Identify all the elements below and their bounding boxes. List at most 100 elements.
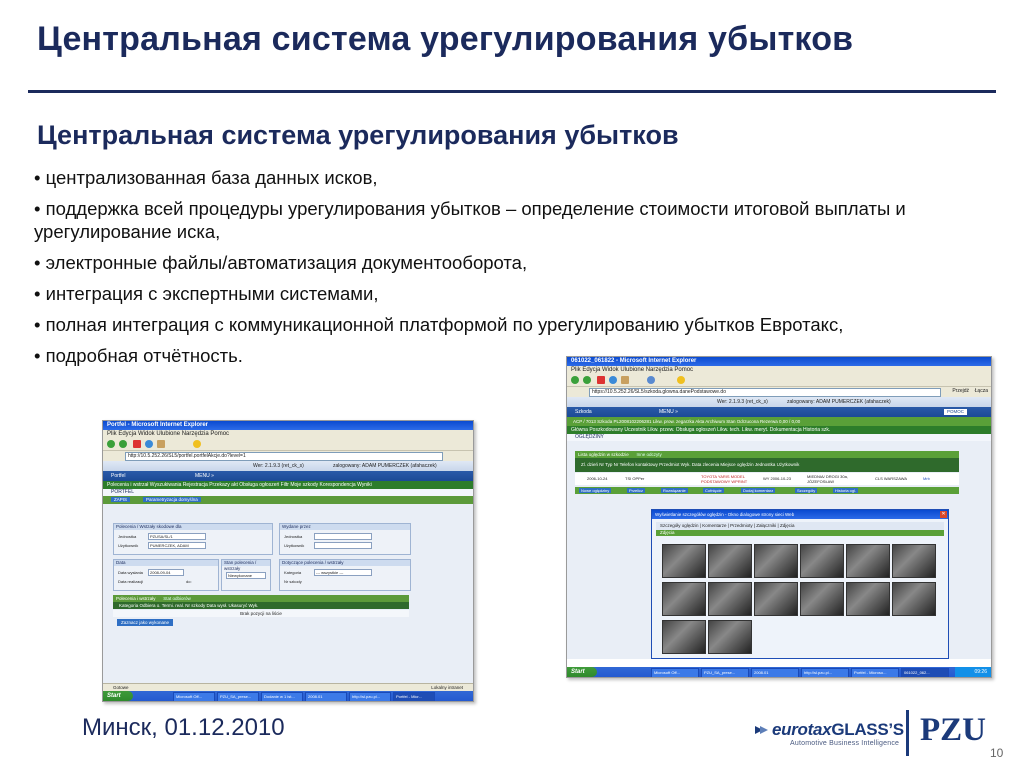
eurotax-tagline: Automotive Business Intelligence — [790, 740, 900, 747]
status-done: Gotowe — [113, 685, 129, 690]
dialog-tabs: Szczegóły oględzin | Komentarze | Przedm… — [656, 522, 944, 530]
user-label: Użytkownik — [284, 543, 305, 548]
menu-bar: Plik Edycja Widok Ulubione Narzędzia Pom… — [103, 430, 473, 438]
claim-info-bar: ACP / 7013 Szkoda PL2008102206281 Likw. … — [567, 417, 991, 426]
go-button: Przejdź — [952, 388, 969, 394]
app-module-bar: Szkoda MENU » POMOC — [567, 407, 991, 417]
action-button: Dodaj komentarz — [741, 488, 776, 493]
taskbar-item: Portfel - Microso... — [851, 668, 899, 677]
user-field — [314, 542, 372, 549]
search-icon — [647, 376, 655, 384]
action-button: Historia ogl. — [833, 488, 859, 493]
bullet-item: • поддержка всей процедуры урегулировани… — [34, 198, 906, 242]
list-sub: Inne odczyty — [636, 452, 662, 457]
bullet-item: • централизованная база данных исков, — [34, 167, 378, 188]
forward-icon — [119, 440, 127, 448]
browser-toolbar — [567, 374, 991, 387]
dialog-titlebar: Wyświetlanie szczegółów oględzin - Okno … — [652, 510, 948, 519]
photo-thumb — [846, 544, 890, 578]
taskbar: Start Microsoft Off... PZU_SA_prese... D… — [103, 691, 473, 701]
unit-label: Jednostka — [284, 534, 303, 539]
photo-thumb — [892, 544, 936, 578]
user-field: PUMERCZEK, ADAM — [148, 542, 206, 549]
system-tray: 09:26 — [955, 667, 991, 677]
table-row: 2006-10-24 TSI OPPer TOYOTA YARIS MODEL … — [575, 473, 959, 485]
screenshot-szkoda: 061022_061822 - Microsoft Internet Explo… — [566, 356, 992, 678]
favorites-icon — [193, 440, 201, 448]
menu-bar: Plik Edycja Widok Ulubione Narzędzia Pom… — [567, 366, 991, 374]
action-button: Nowe oględziny — [579, 488, 612, 493]
taskbar-item-label: Portfel - Micr... — [396, 694, 422, 699]
photo-thumb — [754, 582, 798, 616]
taskbar-item-label: 2008.01 — [308, 694, 323, 699]
section-portfel: PORTFEL — [103, 489, 473, 496]
forward-icon — [583, 376, 591, 384]
photo-thumb — [662, 544, 706, 578]
from-value: 2008-09-04 — [150, 570, 171, 575]
user-label: Użytkownik — [118, 543, 139, 548]
module-name: Szkoda — [575, 409, 592, 415]
address-input: http://10.5.252.26/SL5/portfel.portfelAk… — [125, 452, 443, 461]
unit-field: PZUSA/SL/1 — [148, 533, 206, 540]
taskbar-item-label: http://sl.pzu.pl... — [804, 670, 833, 675]
list-header: Lista oględzin w szkodzie Inne odczyty — [575, 451, 959, 458]
taskbar-item: PZU_SA_prese... — [217, 692, 259, 701]
results-columns: Kategoria Odbiera o. Termi. real. Nr szk… — [113, 602, 409, 609]
bullet-item: • электронные файлы/автоматизация докуме… — [34, 252, 528, 273]
taskbar-item-label: PZU_SA_prese... — [220, 694, 252, 699]
links-button: Łącza — [974, 388, 988, 394]
row-item: TOYOTA YARIS MODEL PODSTAWOWY WPRINT — [701, 474, 748, 484]
row-date: 2006-10-24 — [587, 476, 608, 481]
version-text: Wer: 2.1.9.3 (ret_ck_s) — [717, 399, 768, 405]
from-field: 2008-09-04 — [148, 569, 184, 576]
unit-label: Jednostka — [118, 534, 137, 539]
favorites-icon — [677, 376, 685, 384]
photo-thumb — [800, 544, 844, 578]
photo-thumb — [708, 544, 752, 578]
module-name: Portfel — [111, 473, 126, 479]
photo-thumb — [708, 582, 752, 616]
start-button: Start — [103, 691, 133, 701]
panel-recipient: Polecenia / Wstzały skodowe dla Jednostk… — [113, 523, 273, 555]
taskbar-item: PZU_SA_prese... — [701, 668, 749, 677]
page-number: 10 — [990, 746, 1004, 760]
photo-thumb — [662, 582, 706, 616]
title-divider — [28, 90, 996, 93]
taskbar-item: Dodanie w 1 ist... — [261, 692, 303, 701]
stop-icon — [133, 440, 141, 448]
section-label: OGLĘDZINY — [567, 434, 991, 441]
from-label: Data wysłania — [118, 570, 143, 575]
action-button: Cofnięcie — [703, 488, 724, 493]
button-row: ZAPIS Parametryzacja domyślna — [103, 496, 473, 504]
bullet-item: • интеграция с экспертными системами, — [34, 283, 379, 304]
taskbar-item: Microsoft Off... — [173, 692, 215, 701]
glass-word: GLASS’S — [831, 720, 904, 739]
taskbar-item-label: PZU_SA_prese... — [704, 670, 736, 675]
taskbar-item-label: Microsoft Off... — [176, 694, 202, 699]
stop-icon — [597, 376, 605, 384]
taskbar-item-label: Microsoft Off... — [654, 670, 680, 675]
panel-title: Polecenia / Wstzały skodowe dla — [114, 524, 272, 530]
taskbar-item: Microsoft Off... — [651, 668, 699, 677]
refresh-icon — [145, 440, 153, 448]
eurotax-arrow-icon — [755, 726, 768, 734]
window-title: 061022_061822 - Microsoft Internet Explo… — [567, 357, 991, 366]
photo-thumb — [800, 582, 844, 616]
taskbar-item-label: 061022_062... — [904, 670, 930, 675]
refresh-icon — [609, 376, 617, 384]
help-button: POMOC — [943, 409, 967, 415]
menu-button: MENU » — [659, 409, 678, 415]
menu-button: MENU » — [195, 473, 214, 479]
panel-title: Dotyczące polecenia / wstrzały — [280, 560, 410, 566]
panel-issuer: Wydane przez Jednostka Użytkownik — [279, 523, 411, 555]
action-button: Szczegóły — [795, 488, 818, 493]
to-label: Data realizacji — [118, 579, 144, 584]
action-bar: Nowe oględziny Przelicz Rozwiązanie Cofn… — [575, 487, 959, 494]
logo-separator — [906, 710, 909, 756]
photos-dialog: Wyświetlanie szczegółów oględzin - Okno … — [651, 509, 949, 659]
nav-tabs: Polecenia i wstrzał Wyszukiwania Rejestr… — [103, 481, 473, 489]
unit-value: PZUSA/SL/1 — [150, 534, 173, 539]
version-text: Wer: 2.1.9.3 (ret_ck_s) — [253, 463, 304, 469]
panel-title: Stan polecenia / wstrzały — [222, 560, 270, 571]
row-unit: CLS WARSZAWA — [875, 476, 908, 481]
